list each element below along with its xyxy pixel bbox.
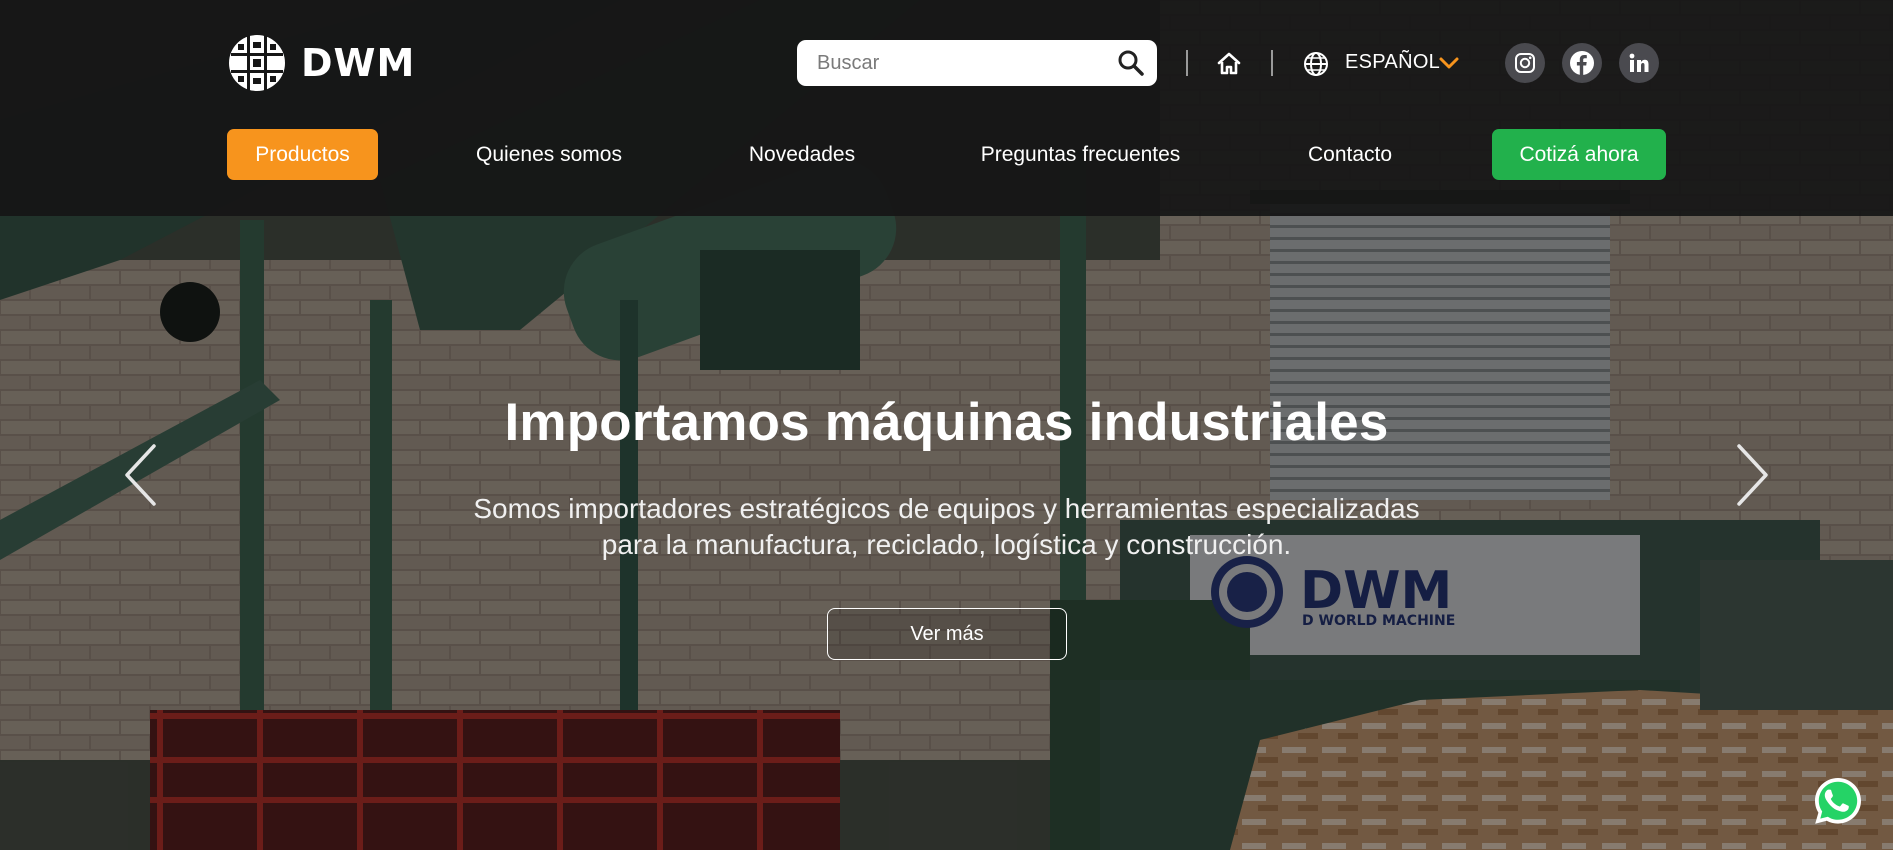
logo-globe-icon	[229, 35, 285, 91]
divider	[1271, 50, 1273, 76]
search-input[interactable]	[797, 40, 1097, 86]
divider	[1186, 50, 1188, 76]
main-nav: Productos Quienes somos Novedades Pregun…	[0, 129, 1893, 181]
nav-item-contacto[interactable]: Contacto	[1298, 129, 1402, 180]
search-box[interactable]	[797, 40, 1157, 86]
site-header: DWM ESPAÑOL	[0, 0, 1893, 216]
logo-wordmark: DWM	[301, 41, 416, 85]
home-icon[interactable]	[1216, 51, 1242, 77]
hero-subtitle-line: para la manufactura, reciclado, logístic…	[601, 529, 1292, 560]
hero-title: Importamos máquinas industriales	[504, 393, 1389, 452]
globe-icon[interactable]	[1302, 50, 1330, 78]
logo[interactable]: DWM	[227, 33, 415, 93]
facebook-button[interactable]	[1562, 43, 1602, 83]
instagram-icon	[1515, 53, 1535, 73]
nav-item-quienes-somos[interactable]: Quienes somos	[470, 129, 628, 180]
quote-button[interactable]: Cotizá ahora	[1492, 129, 1666, 180]
linkedin-icon	[1629, 53, 1649, 72]
search-icon[interactable]	[1117, 49, 1145, 77]
hero-subtitle: Somos importadores estratégicos de equip…	[0, 491, 1893, 563]
nav-item-novedades[interactable]: Novedades	[740, 129, 864, 180]
facebook-icon	[1570, 51, 1594, 75]
hero-subtitle-line: Somos importadores estratégicos de equip…	[473, 493, 1420, 524]
nav-item-preguntas-frecuentes[interactable]: Preguntas frecuentes	[976, 129, 1185, 180]
carousel-prev-arrow-icon[interactable]	[121, 442, 161, 508]
chevron-down-icon[interactable]	[1438, 55, 1460, 71]
carousel-next-arrow-icon[interactable]	[1732, 442, 1772, 508]
language-selector[interactable]: ESPAÑOL	[1345, 51, 1440, 74]
linkedin-button[interactable]	[1619, 43, 1659, 83]
instagram-button[interactable]	[1505, 43, 1545, 83]
see-more-button[interactable]: Ver más	[827, 608, 1067, 660]
nav-item-productos[interactable]: Productos	[227, 129, 378, 180]
whatsapp-icon[interactable]	[1812, 775, 1864, 827]
